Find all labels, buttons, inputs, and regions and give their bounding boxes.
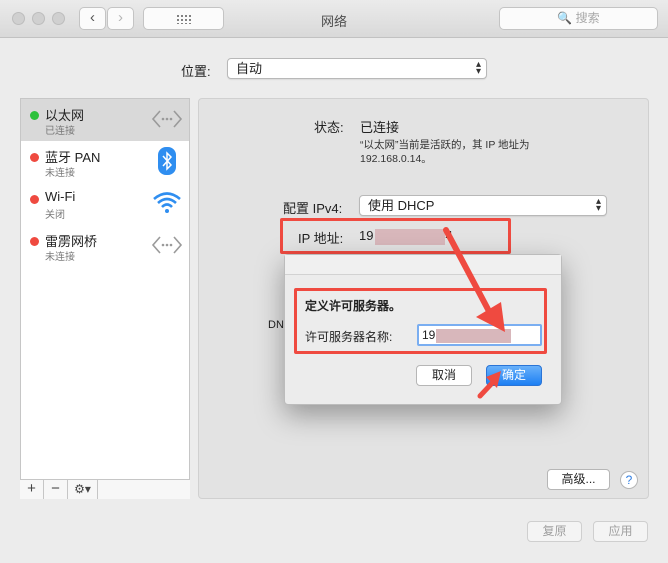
- service-status: 未连接: [45, 168, 75, 179]
- config-ipv4-label: 配置 IPv4:: [283, 201, 343, 216]
- cancel-button[interactable]: 取消: [416, 365, 472, 386]
- service-item-wifi[interactable]: Wi-Fi 关闭: [21, 183, 189, 225]
- add-service-button[interactable]: +: [20, 480, 44, 499]
- annotation-highlight-dialog: [294, 288, 547, 354]
- title-bar: ‹ › 网络 🔍 搜索: [0, 0, 668, 38]
- select-arrows-icon: ▴ ▾: [475, 59, 481, 77]
- bluetooth-icon: [158, 147, 176, 175]
- service-item-thunderbolt-bridge[interactable]: 雷雳网桥 未连接: [21, 225, 189, 267]
- search-field[interactable]: 🔍 搜索: [499, 7, 658, 30]
- status-label: 状态:: [314, 120, 344, 135]
- service-status: 已连接: [45, 126, 75, 137]
- location-value: 自动: [236, 61, 263, 76]
- status-dot: [30, 237, 39, 246]
- service-list-toolbar: + − ⚙▾: [20, 479, 190, 499]
- advanced-button[interactable]: 高级...: [547, 469, 610, 490]
- service-item-ethernet[interactable]: 以太网 已连接: [21, 99, 189, 141]
- remove-service-button[interactable]: −: [44, 480, 68, 499]
- location-label: 位置:: [181, 64, 211, 79]
- status-note-line2: 192.168.0.14。: [360, 153, 432, 165]
- wifi-icon: [153, 192, 181, 213]
- ok-button[interactable]: 确定: [486, 365, 542, 386]
- config-ipv4-select[interactable]: 使用 DHCP ▴ ▾: [359, 195, 607, 216]
- service-item-bluetooth-pan[interactable]: 蓝牙 PAN 未连接: [21, 141, 189, 183]
- status-dot: [30, 153, 39, 162]
- status-value: 已连接: [360, 120, 400, 135]
- ethernet-icon: [151, 110, 183, 128]
- location-select[interactable]: 自动 ▴ ▾: [227, 58, 487, 79]
- status-dot: [30, 111, 39, 120]
- gear-menu-button[interactable]: ⚙▾: [68, 480, 98, 499]
- status-dot: [30, 195, 39, 204]
- apply-button[interactable]: 应用: [593, 521, 648, 542]
- dialog-header: [285, 255, 561, 275]
- service-status: 关闭: [45, 210, 65, 221]
- annotation-highlight-ip: [280, 218, 511, 254]
- dns-label-fragment: DN: [268, 319, 284, 331]
- config-ipv4-value: 使用 DHCP: [368, 198, 435, 213]
- help-button[interactable]: ?: [620, 471, 638, 489]
- status-note-line1: “以太网”当前是活跃的，其 IP 地址为: [360, 139, 530, 151]
- thunderbolt-bridge-icon: [151, 236, 183, 254]
- service-name: Wi-Fi: [45, 189, 76, 204]
- service-list: 以太网 已连接 蓝牙 PAN 未连接 Wi-Fi 关闭 雷雳网桥 未连接: [20, 98, 190, 499]
- revert-button[interactable]: 复原: [527, 521, 582, 542]
- select-arrows-icon: ▴ ▾: [595, 196, 601, 214]
- service-status: 未连接: [45, 252, 75, 263]
